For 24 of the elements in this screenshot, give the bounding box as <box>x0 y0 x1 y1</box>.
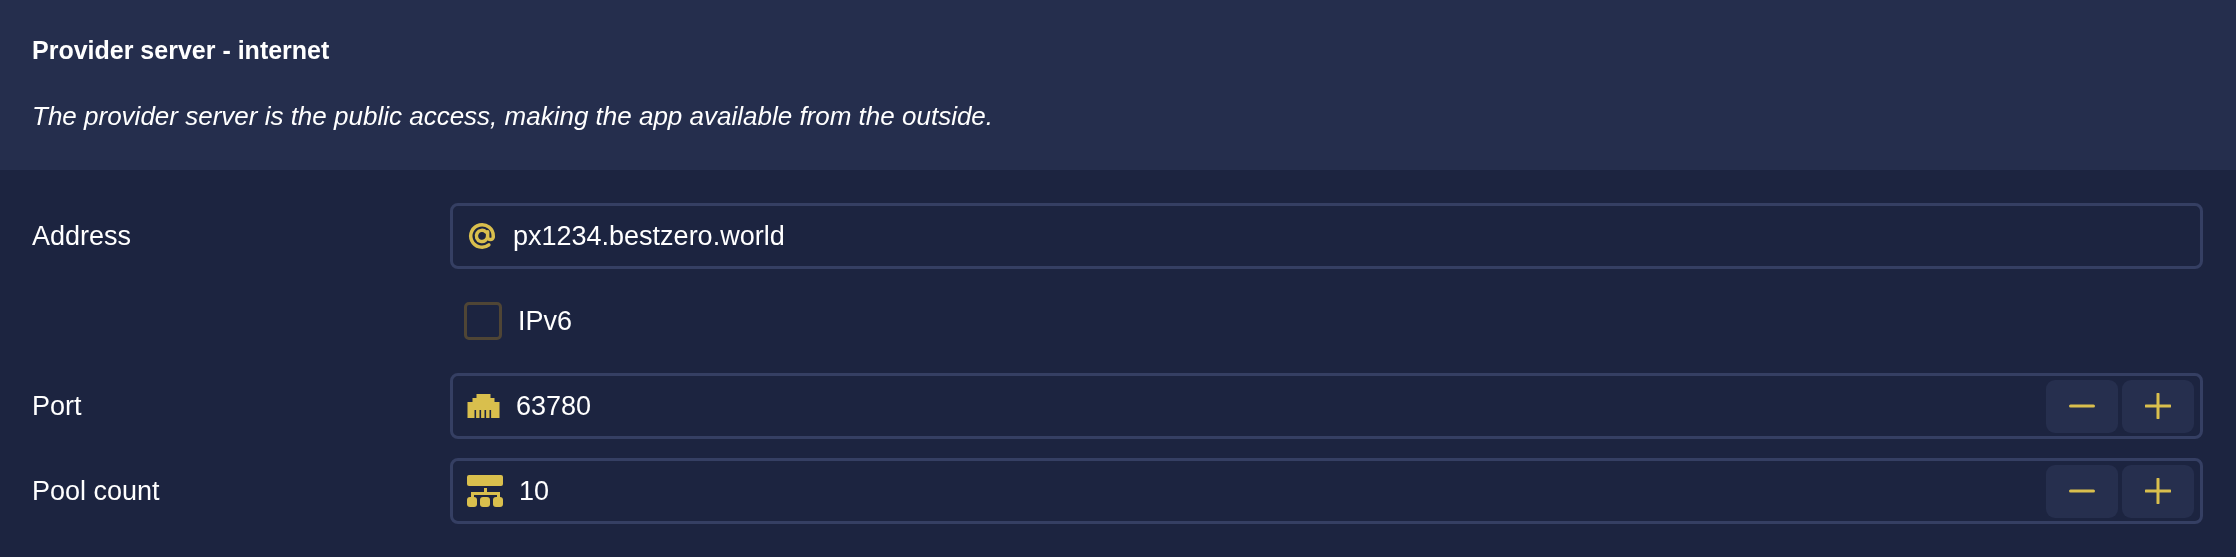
plus-icon <box>2145 393 2171 419</box>
field-label: Port <box>32 390 82 422</box>
increment-button[interactable] <box>2122 379 2194 433</box>
decrement-button[interactable] <box>2046 464 2118 518</box>
increment-button[interactable] <box>2122 464 2194 518</box>
checkbox[interactable] <box>464 302 502 340</box>
plus-icon <box>2145 478 2171 504</box>
address-field[interactable]: px1234.bestzero.world <box>450 203 2203 269</box>
field-value: px1234.bestzero.world <box>513 220 786 252</box>
field-value: 63780 <box>516 390 593 422</box>
number-field[interactable]: 10 <box>450 458 2203 524</box>
field-label: Pool count <box>32 475 160 507</box>
section-title: Provider server - internet <box>32 35 331 65</box>
section-description: The provider server is the public access, making the app available from the outside. <box>32 100 995 132</box>
checkbox-label[interactable]: IPv6 <box>518 305 573 337</box>
field-value: 10 <box>519 475 551 507</box>
decrement-button[interactable] <box>2046 379 2118 433</box>
number-field[interactable]: 63780 <box>450 373 2203 439</box>
at-sign-icon <box>467 221 497 251</box>
minus-icon <box>2069 404 2095 408</box>
ethernet-port-icon <box>467 394 500 418</box>
network-server-icon <box>467 475 503 507</box>
field-label: Address <box>32 220 132 252</box>
minus-icon <box>2069 489 2095 493</box>
